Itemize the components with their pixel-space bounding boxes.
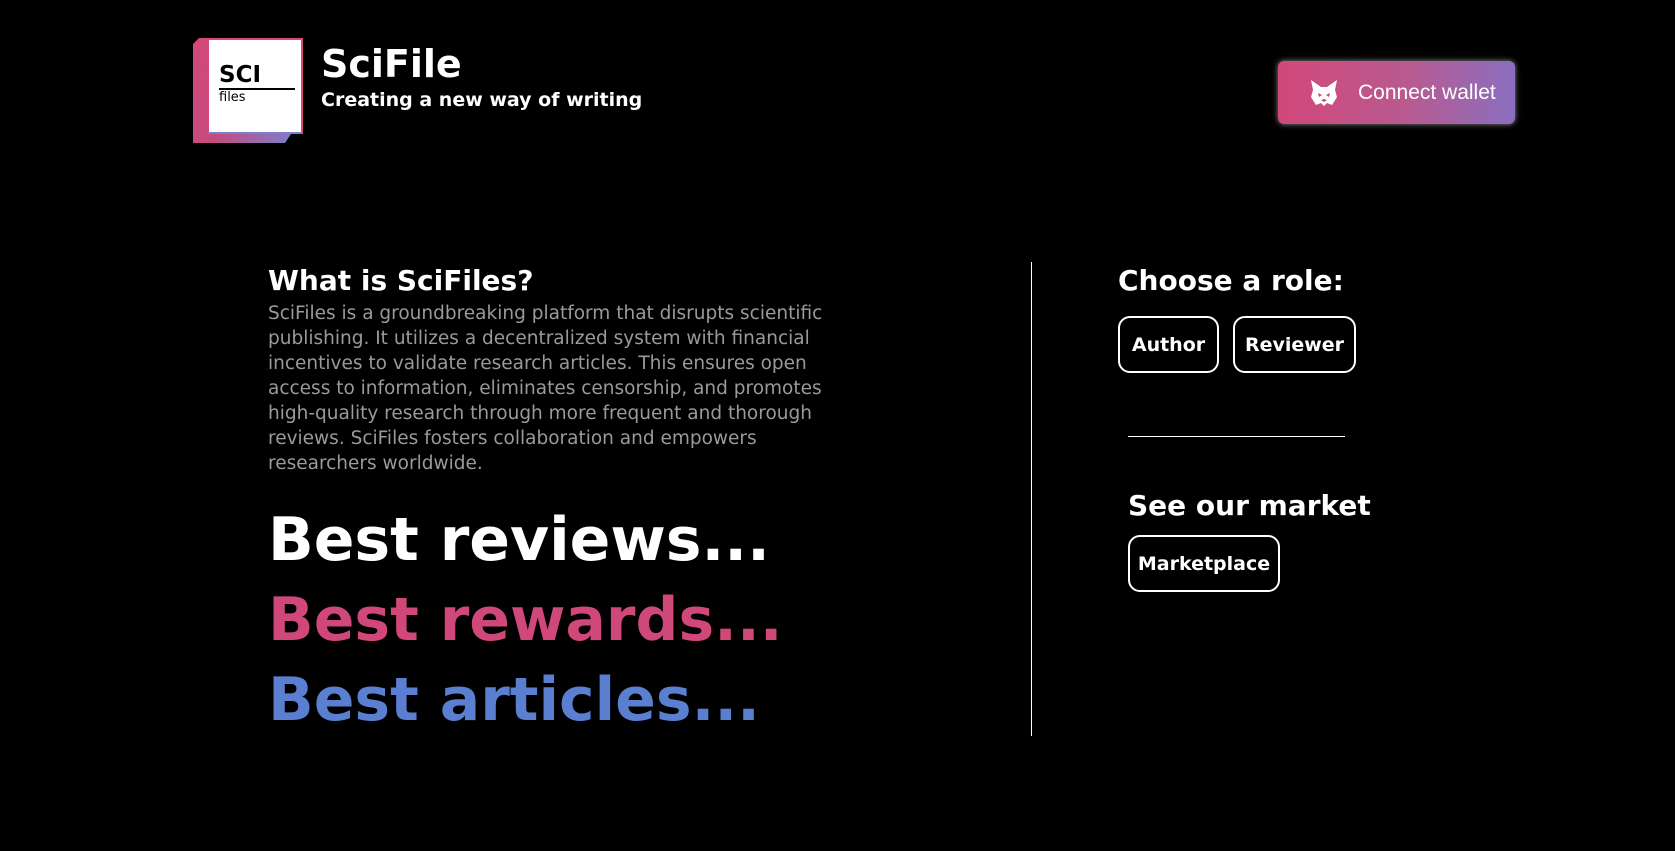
choose-role-heading: Choose a role:	[1118, 264, 1344, 297]
slogan-articles: Best articles...	[268, 665, 760, 735]
app-title: SciFile	[321, 42, 462, 86]
landing-page: SCI files SciFile Creating a new way of …	[0, 0, 1675, 851]
scifiles-logo[interactable]: SCI files	[193, 38, 305, 145]
author-button[interactable]: Author	[1118, 316, 1219, 373]
logo-sub-text: files	[219, 90, 246, 105]
app-tagline: Creating a new way of writing	[321, 89, 643, 111]
logo-main-text: SCI	[219, 62, 262, 88]
logo-face: SCI files	[207, 38, 303, 134]
horizontal-divider	[1128, 436, 1345, 437]
market-heading: See our market	[1128, 489, 1371, 522]
metamask-fox-icon	[1311, 79, 1337, 106]
slogan-rewards: Best rewards...	[268, 585, 783, 655]
connect-wallet-button[interactable]: Connect wallet	[1278, 61, 1515, 124]
connect-wallet-label: Connect wallet	[1358, 80, 1496, 104]
vertical-divider	[1031, 262, 1032, 736]
marketplace-button[interactable]: Marketplace	[1128, 535, 1280, 592]
reviewer-button[interactable]: Reviewer	[1233, 316, 1356, 373]
about-body: SciFiles is a groundbreaking platform th…	[268, 303, 823, 474]
slogan-reviews: Best reviews...	[268, 505, 770, 575]
about-heading: What is SciFiles?	[268, 264, 534, 297]
